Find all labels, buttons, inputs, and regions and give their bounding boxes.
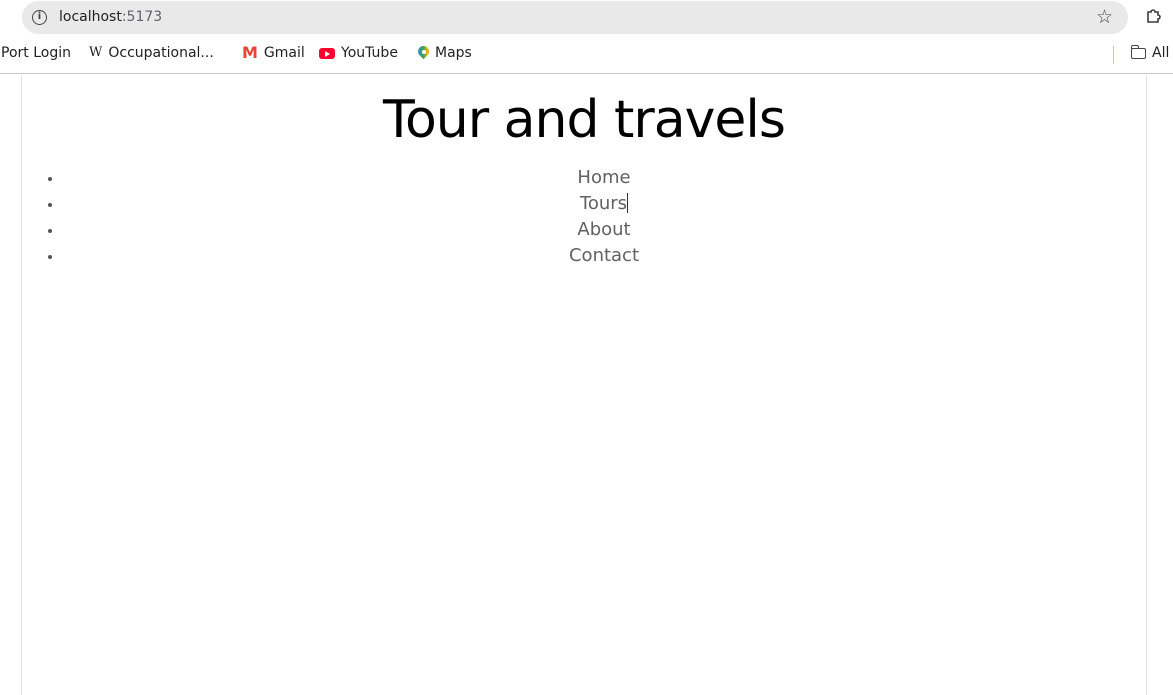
- nav-link-about[interactable]: About: [577, 219, 630, 240]
- page-title: Tour and travels: [383, 90, 786, 150]
- extensions-icon[interactable]: [1145, 7, 1162, 24]
- bookmark-occupational[interactable]: W Occupational...: [89, 45, 214, 61]
- bookmark-label: Port Login: [1, 45, 71, 61]
- maps-icon: [418, 46, 429, 60]
- gmail-icon: M: [242, 43, 258, 62]
- nav-list: Home Tours About Contact: [63, 165, 1145, 269]
- wikipedia-icon: W: [89, 45, 103, 60]
- text-cursor: [627, 193, 629, 213]
- nav-link-contact[interactable]: Contact: [569, 245, 639, 266]
- all-bookmarks-label: All: [1152, 45, 1170, 61]
- bookmark-label: YouTube: [341, 45, 398, 61]
- all-bookmarks-button[interactable]: All: [1130, 44, 1170, 61]
- bookmark-gmail[interactable]: M Gmail: [242, 43, 305, 62]
- bookmark-label: Maps: [435, 45, 472, 61]
- youtube-icon: [319, 47, 335, 59]
- bookmark-label: Gmail: [263, 45, 305, 61]
- nav-item-contact: Contact: [63, 243, 1145, 269]
- bookmarks-divider: [1113, 46, 1114, 64]
- address-bar[interactable]: i localhost:5173 ☆: [22, 1, 1128, 34]
- nav-link-tours[interactable]: Tours: [580, 193, 627, 214]
- bookmark-label: Occupational...: [108, 45, 214, 61]
- nav-link-home[interactable]: Home: [577, 167, 630, 188]
- bookmark-youtube[interactable]: YouTube: [319, 45, 398, 61]
- nav-item-about: About: [63, 217, 1145, 243]
- folder-icon: [1130, 44, 1146, 59]
- nav-item-home: Home: [63, 165, 1145, 191]
- url-text[interactable]: localhost:5173: [59, 9, 162, 25]
- site-info-icon[interactable]: i: [32, 10, 47, 25]
- nav-item-tours: Tours: [63, 191, 1145, 217]
- page-container: Tour and travels Home Tours About Contac…: [21, 75, 1147, 695]
- bookmark-port-login[interactable]: Port Login: [1, 45, 71, 61]
- bookmarks-bar: Port Login W Occupational... M Gmail You…: [0, 36, 1173, 74]
- page-viewport: Tour and travels Home Tours About Contac…: [0, 75, 1173, 695]
- window-edge-icon: ⁝: [0, 8, 1, 24]
- bookmark-maps[interactable]: Maps: [418, 45, 472, 61]
- browser-toolbar: ⁝ i localhost:5173 ☆: [0, 0, 1173, 36]
- bookmark-star-icon[interactable]: ☆: [1096, 6, 1113, 28]
